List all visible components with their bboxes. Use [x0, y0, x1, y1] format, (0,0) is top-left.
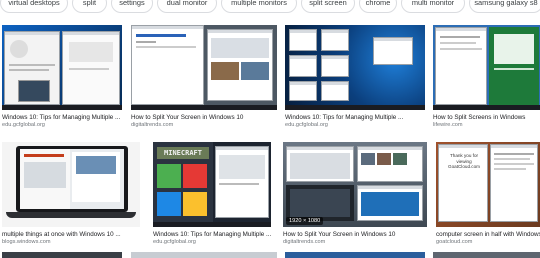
result-caption[interactable]: computer screen in half with Windows [436, 231, 540, 238]
image-result-1[interactable]: Windows 10: Tips for Managing Multiple .… [2, 25, 122, 133]
image-result-3[interactable]: Windows 10: Tips for Managing Multiple .… [285, 25, 425, 133]
chip-settings[interactable]: settings [111, 0, 153, 13]
result-caption[interactable]: Windows 10: Tips for Managing Multiple .… [153, 231, 271, 238]
chip-split-screen[interactable]: split screen [301, 0, 355, 13]
result-caption[interactable]: Windows 10: Tips for Managing Multiple .… [2, 114, 122, 121]
result-source: goatcloud.com [436, 239, 473, 245]
chip-multiple-monitors[interactable]: multiple monitors [221, 0, 297, 13]
result-caption[interactable]: Windows 10: Tips for Managing Multiple .… [285, 114, 425, 121]
result-thumbnail[interactable]: Thank you for viewing GoatCloud.com [436, 142, 540, 227]
minecraft-logo-text: MINECRAFT [157, 147, 209, 159]
chip-samsung-galaxy-s8[interactable]: samsung galaxy s8 [469, 0, 540, 13]
result-caption[interactable]: How to Split Screens in Windows [433, 114, 540, 121]
chip-dual-monitor[interactable]: dual monitor [157, 0, 217, 13]
image-result-8[interactable]: Thank you for viewing GoatCloud.com comp… [436, 142, 540, 250]
chip-multi-monitor[interactable]: multi monitor [401, 0, 465, 13]
result-source: digitaltrends.com [131, 122, 174, 128]
next-row-thumbnails [0, 252, 540, 258]
result-thumbnail[interactable] [285, 25, 425, 110]
chip-virtual-desktops[interactable]: virtual desktops [0, 0, 68, 13]
image-result-2[interactable]: How to Split Your Screen in Windows 10 d… [131, 25, 277, 133]
image-result-4[interactable]: How to Split Screens in Windows lifewire… [433, 25, 540, 133]
related-search-chips: virtual desktops split settings dual mon… [0, 0, 540, 15]
image-size-badge: 1920 × 1080 [286, 217, 324, 225]
result-caption[interactable]: multiple things at once with Windows 10 … [2, 231, 140, 238]
result-source: edu.gcfglobal.org [2, 122, 45, 128]
result-thumbnail[interactable] [2, 25, 122, 110]
chip-chrome[interactable]: chrome [359, 0, 397, 13]
image-result-5[interactable]: multiple things at once with Windows 10 … [2, 142, 140, 250]
result-source: lifewire.com [433, 122, 463, 128]
result-thumbnail[interactable]: 1920 × 1080 [283, 142, 427, 227]
result-source: edu.gcfglobal.org [153, 239, 196, 245]
thank-you-text: Thank you for viewing GoatCloud.com [448, 153, 480, 170]
result-source: digitaltrends.com [283, 239, 326, 245]
result-thumbnail[interactable] [433, 25, 540, 110]
result-source: edu.gcfglobal.org [285, 122, 328, 128]
result-thumbnail[interactable]: MINECRAFT [153, 142, 271, 227]
result-caption[interactable]: How to Split Your Screen in Windows 10 [283, 231, 427, 238]
chip-split[interactable]: split [72, 0, 107, 13]
result-source: blogs.windows.com [2, 239, 51, 245]
image-result-7[interactable]: 1920 × 1080 How to Split Your Screen in … [283, 142, 427, 250]
result-thumbnail[interactable] [2, 142, 140, 227]
result-caption[interactable]: How to Split Your Screen in Windows 10 [131, 114, 277, 121]
image-result-6[interactable]: MINECRAFT Windows 10: Tips for Managing … [153, 142, 271, 250]
result-thumbnail[interactable] [131, 25, 277, 110]
